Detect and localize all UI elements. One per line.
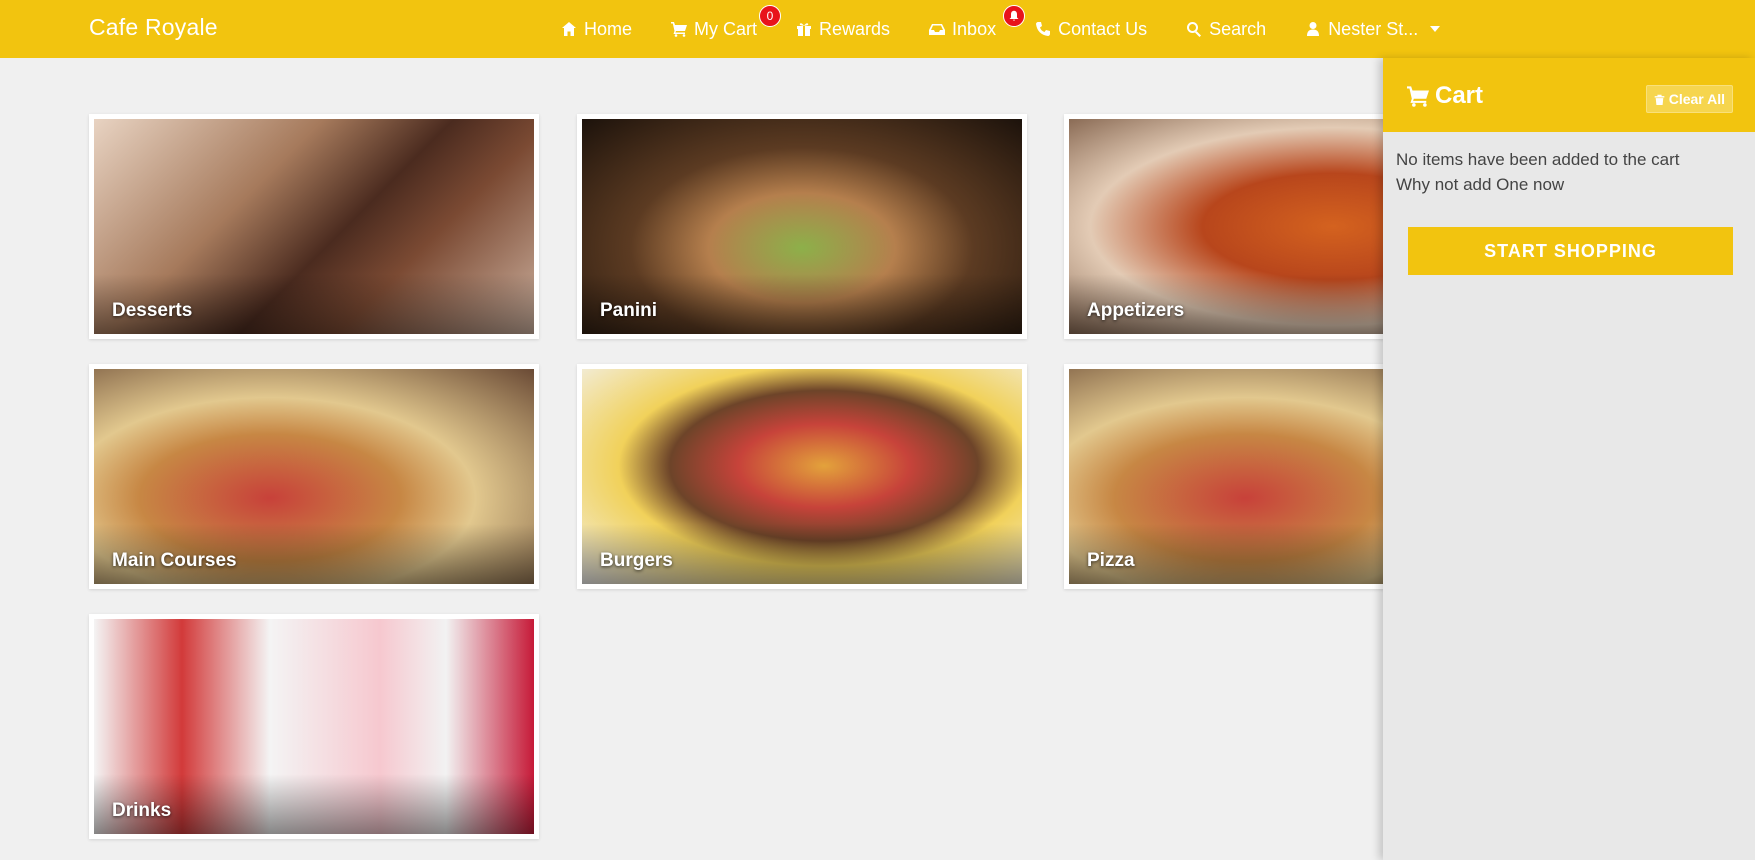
category-label: Panini: [600, 300, 658, 321]
cart-empty-line-2: Why not add One now: [1396, 175, 1565, 194]
chevron-down-icon: [1430, 26, 1441, 32]
category-label: Pizza: [1087, 550, 1135, 571]
category-tile-main-courses[interactable]: Main Courses: [89, 364, 539, 589]
nav-home-label: Home: [584, 18, 633, 39]
panini-image: Panini: [582, 119, 1022, 334]
cart-title-text: Cart: [1435, 82, 1484, 109]
nav-contact-label: Contact Us: [1058, 18, 1148, 39]
user-icon: [1304, 20, 1322, 38]
nav-cart[interactable]: My Cart 0: [670, 4, 782, 40]
top-navbar: Cafe Royale Home My Cart 0 Rewards Inbox: [0, 0, 1755, 58]
nav-rewards-label: Rewards: [819, 18, 891, 39]
clear-all-button[interactable]: Clear All: [1645, 85, 1733, 113]
trash-icon: [1654, 94, 1665, 105]
nav-search-label: Search: [1209, 18, 1267, 39]
bell-icon: [1003, 4, 1026, 27]
category-tile-panini[interactable]: Panini: [577, 114, 1027, 339]
nav-user-menu[interactable]: Nester St...: [1304, 18, 1441, 40]
cart-count-badge: 0: [759, 4, 782, 27]
brand-logo[interactable]: Cafe Royale: [89, 14, 218, 41]
nav-user-label: Nester St...: [1328, 18, 1419, 39]
category-tile-burgers[interactable]: Burgers: [577, 364, 1027, 589]
burgers-image: Burgers: [582, 369, 1022, 584]
search-icon: [1185, 20, 1203, 38]
cart-icon: [1407, 86, 1429, 107]
cart-empty-message: No items have been added to the cart Why…: [1396, 147, 1680, 197]
main-courses-image: Main Courses: [94, 369, 534, 584]
nav-links: Home My Cart 0 Rewards Inbox Contact Us …: [560, 0, 1478, 58]
category-tile-drinks[interactable]: Drinks: [89, 614, 539, 839]
clear-all-label: Clear All: [1668, 91, 1725, 107]
nav-search[interactable]: Search: [1185, 19, 1266, 40]
category-label: Drinks: [112, 800, 172, 821]
inbox-icon: [928, 20, 946, 38]
nav-rewards[interactable]: Rewards: [795, 19, 890, 40]
cart-empty-line-1: No items have been added to the cart: [1396, 150, 1680, 169]
category-label: Burgers: [600, 550, 673, 571]
cart-icon: [670, 20, 688, 38]
nav-cart-label: My Cart: [694, 18, 758, 39]
gift-icon: [795, 20, 813, 38]
category-label: Appetizers: [1087, 300, 1185, 321]
cart-side-panel: Cart Clear All No items have been added …: [1383, 58, 1755, 860]
desserts-image: Desserts: [94, 119, 534, 334]
drinks-image: Drinks: [94, 619, 534, 834]
home-icon: [560, 20, 578, 38]
cart-header: Cart Clear All: [1383, 58, 1755, 132]
cart-title: Cart: [1407, 82, 1483, 110]
nav-home[interactable]: Home: [560, 19, 632, 40]
nav-inbox-label: Inbox: [952, 18, 997, 39]
nav-inbox[interactable]: Inbox: [928, 4, 1026, 40]
category-tile-desserts[interactable]: Desserts: [89, 114, 539, 339]
category-label: Desserts: [112, 300, 193, 321]
category-label: Main Courses: [112, 550, 237, 571]
nav-contact[interactable]: Contact Us: [1034, 19, 1147, 40]
start-shopping-button[interactable]: START SHOPPING: [1408, 227, 1733, 275]
phone-icon: [1034, 20, 1052, 38]
